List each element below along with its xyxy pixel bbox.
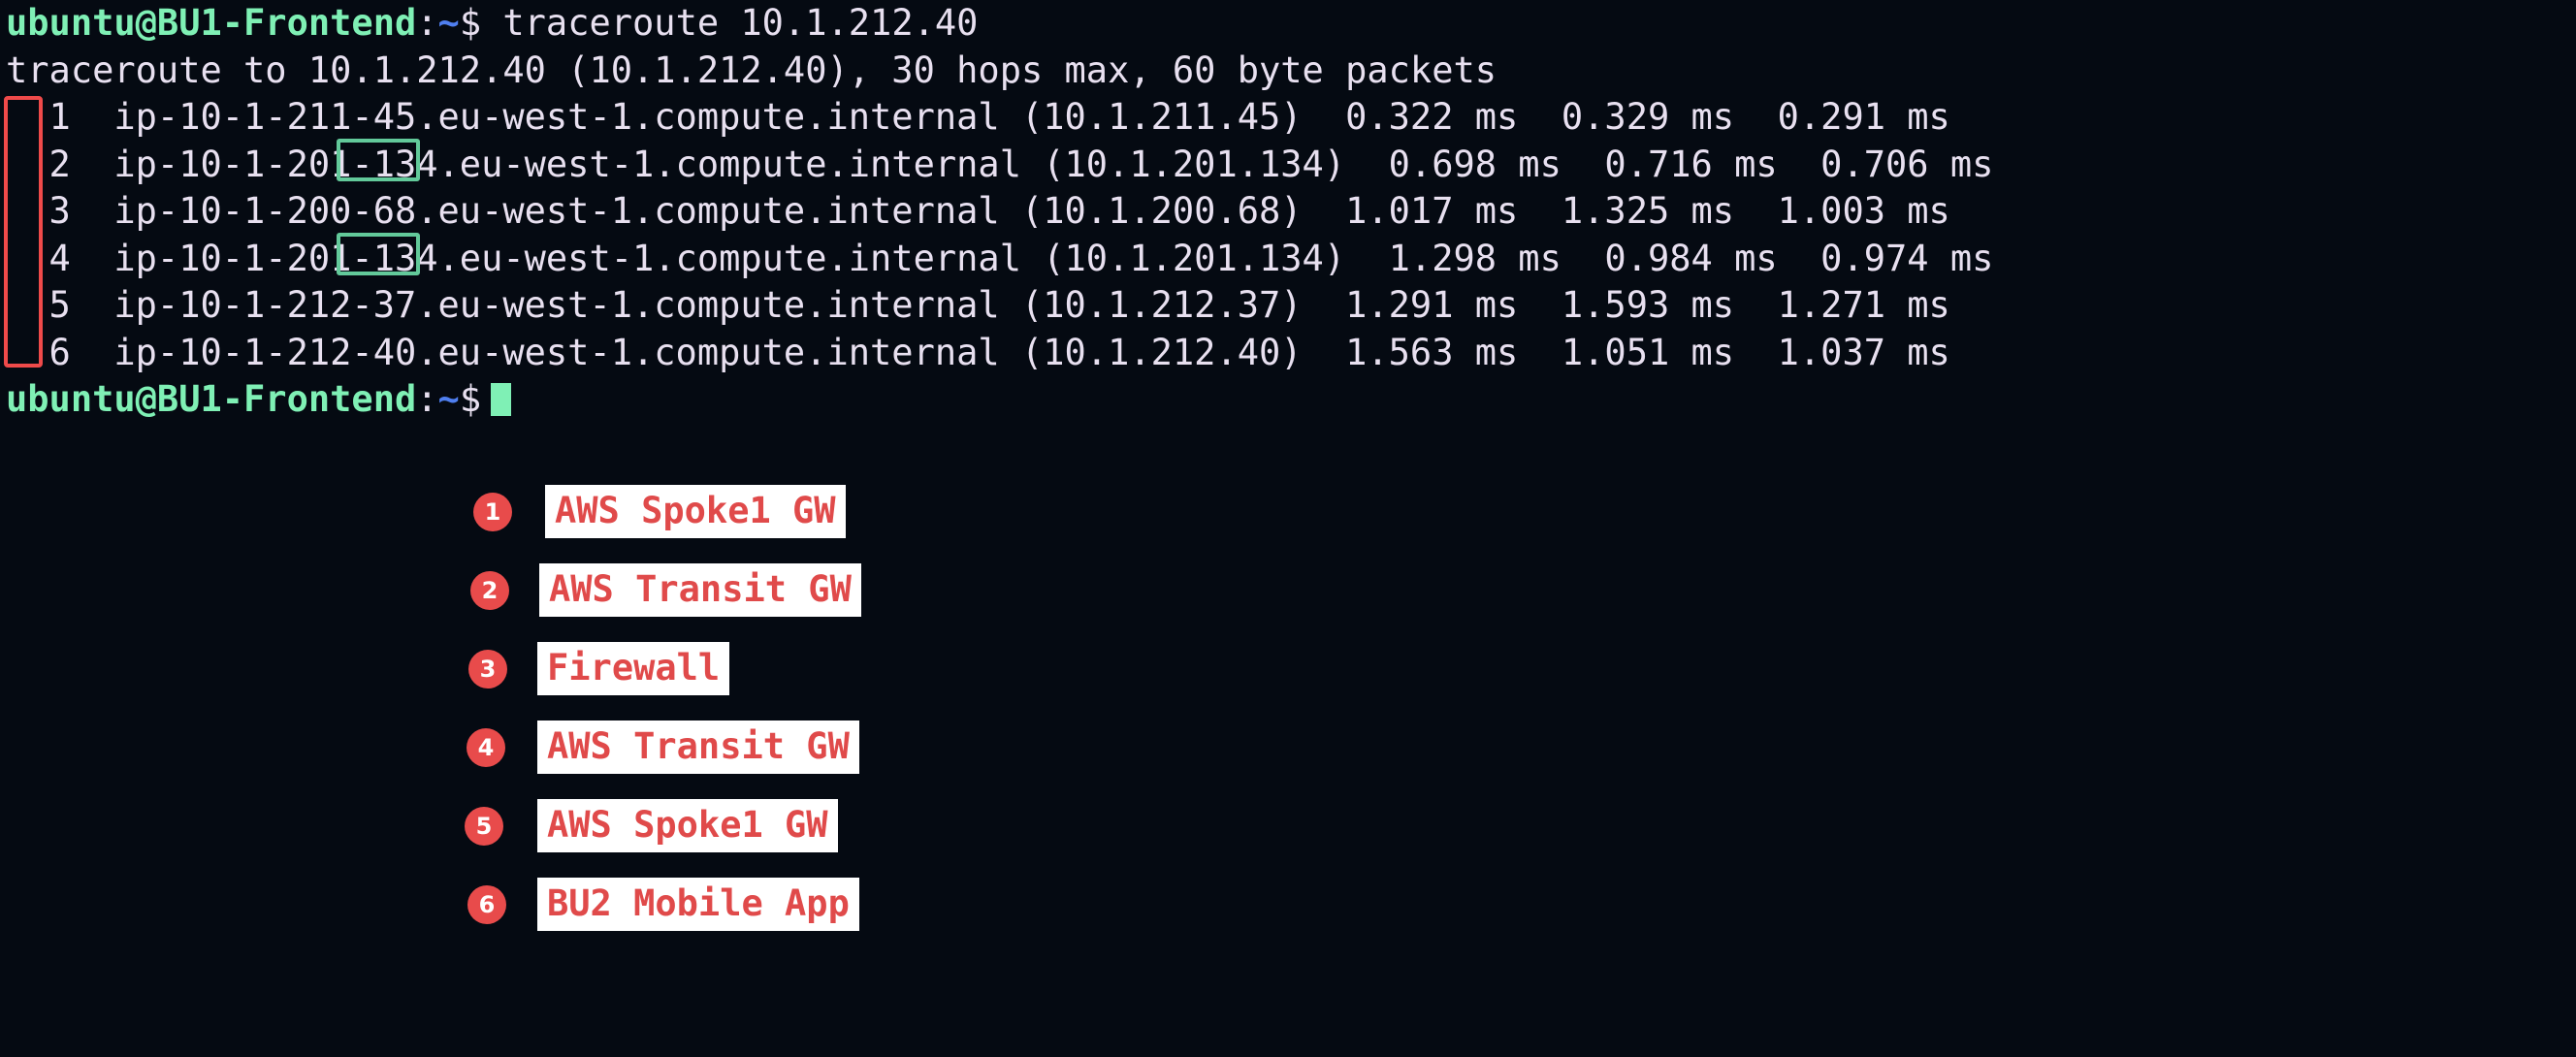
annotation-legend: 1 AWS Spoke1 GW 2 AWS Transit GW 3 Firew… xyxy=(0,472,2576,944)
traceroute-command: traceroute 10.1.212.40 xyxy=(481,2,979,44)
legend-item: 2 AWS Transit GW xyxy=(0,551,2576,629)
traceroute-hop-line-2: 2 ip-10-1-201-134.eu-west-1.compute.inte… xyxy=(6,143,1994,185)
terminal-cursor xyxy=(491,383,512,416)
legend-badge-3: 3 xyxy=(468,649,507,689)
traceroute-hop-line-1: 1 ip-10-1-211-45.eu-west-1.compute.inter… xyxy=(6,96,1950,138)
legend-badge-6: 6 xyxy=(467,884,506,924)
legend-badge-1: 1 xyxy=(473,492,512,531)
prompt-dollar: $ xyxy=(459,378,482,420)
legend-item: 6 BU2 Mobile App xyxy=(0,865,2576,944)
legend-label-4: AWS Transit GW xyxy=(537,721,859,774)
prompt-dollar: $ xyxy=(459,2,482,44)
legend-badge-4: 4 xyxy=(467,727,505,767)
legend-label-5: AWS Spoke1 GW xyxy=(537,799,838,852)
legend-item: 5 AWS Spoke1 GW xyxy=(0,786,2576,865)
traceroute-hop-line-6: 6 ip-10-1-212-40.eu-west-1.compute.inter… xyxy=(6,331,1950,373)
prompt-colon: : xyxy=(416,2,438,44)
legend-label-1: AWS Spoke1 GW xyxy=(545,485,846,538)
traceroute-hop-line-5: 5 ip-10-1-212-37.eu-west-1.compute.inter… xyxy=(6,284,1950,326)
traceroute-header-line: traceroute to 10.1.212.40 (10.1.212.40),… xyxy=(6,48,1497,91)
traceroute-hop-line-4: 4 ip-10-1-201-134.eu-west-1.compute.inte… xyxy=(6,237,1994,279)
legend-badge-5: 5 xyxy=(465,806,503,846)
legend-item: 4 AWS Transit GW xyxy=(0,708,2576,786)
legend-label-6: BU2 Mobile App xyxy=(537,878,859,931)
prompt-colon: : xyxy=(416,378,438,420)
prompt-path: ~ xyxy=(437,378,460,420)
legend-item: 3 Firewall xyxy=(0,629,2576,708)
legend-label-3: Firewall xyxy=(537,642,730,695)
legend-badge-2: 2 xyxy=(470,570,509,610)
terminal-command-line: ubuntu@BU1-Frontend:~$ traceroute 10.1.2… xyxy=(0,0,2576,48)
legend-item: 1 AWS Spoke1 GW xyxy=(0,472,2576,551)
traceroute-hop-line-3: 3 ip-10-1-200-68.eu-west-1.compute.inter… xyxy=(6,190,1950,232)
terminal-output[interactable]: ubuntu@BU1-Frontend:~$ traceroute 10.1.2… xyxy=(0,0,2576,436)
prompt-path: ~ xyxy=(437,2,460,44)
prompt-user-host: ubuntu@BU1-Frontend xyxy=(6,2,417,44)
terminal-prompt-line[interactable]: ubuntu@BU1-Frontend:~$ xyxy=(0,376,2576,424)
prompt-user-host: ubuntu@BU1-Frontend xyxy=(6,378,417,420)
legend-label-2: AWS Transit GW xyxy=(539,563,861,617)
